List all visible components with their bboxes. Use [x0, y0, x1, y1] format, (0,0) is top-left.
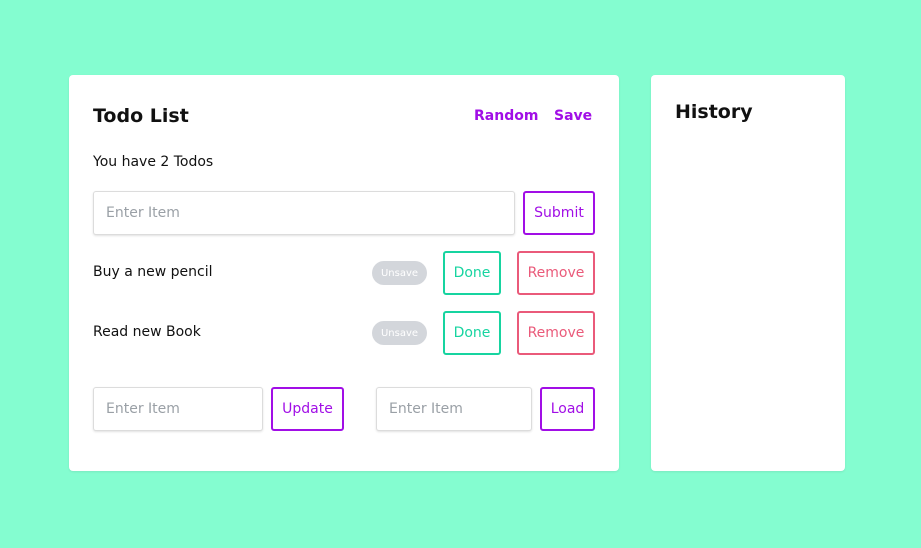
todo-item: Read new Book Unsave Done Remove: [69, 311, 619, 355]
new-item-input[interactable]: [93, 191, 515, 235]
todo-count: You have 2 Todos: [93, 154, 214, 170]
todo-title: Todo List: [93, 105, 189, 127]
todo-item-text: Read new Book: [93, 324, 201, 340]
todo-card: Todo List Random Save You have 2 Todos S…: [69, 75, 619, 471]
history-title: History: [675, 101, 753, 123]
todo-item: Buy a new pencil Unsave Done Remove: [69, 251, 619, 295]
unsave-badge: Unsave: [372, 321, 427, 345]
remove-button[interactable]: Remove: [517, 311, 595, 355]
done-button[interactable]: Done: [443, 311, 501, 355]
submit-button[interactable]: Submit: [523, 191, 595, 235]
history-card: History: [651, 75, 845, 471]
save-button[interactable]: Save: [554, 108, 592, 124]
update-button[interactable]: Update: [271, 387, 344, 431]
done-button[interactable]: Done: [443, 251, 501, 295]
load-item-input[interactable]: [376, 387, 532, 431]
todo-item-text: Buy a new pencil: [93, 264, 213, 280]
load-button[interactable]: Load: [540, 387, 595, 431]
random-button[interactable]: Random: [474, 108, 538, 124]
remove-button[interactable]: Remove: [517, 251, 595, 295]
update-item-input[interactable]: [93, 387, 263, 431]
unsave-badge: Unsave: [372, 261, 427, 285]
